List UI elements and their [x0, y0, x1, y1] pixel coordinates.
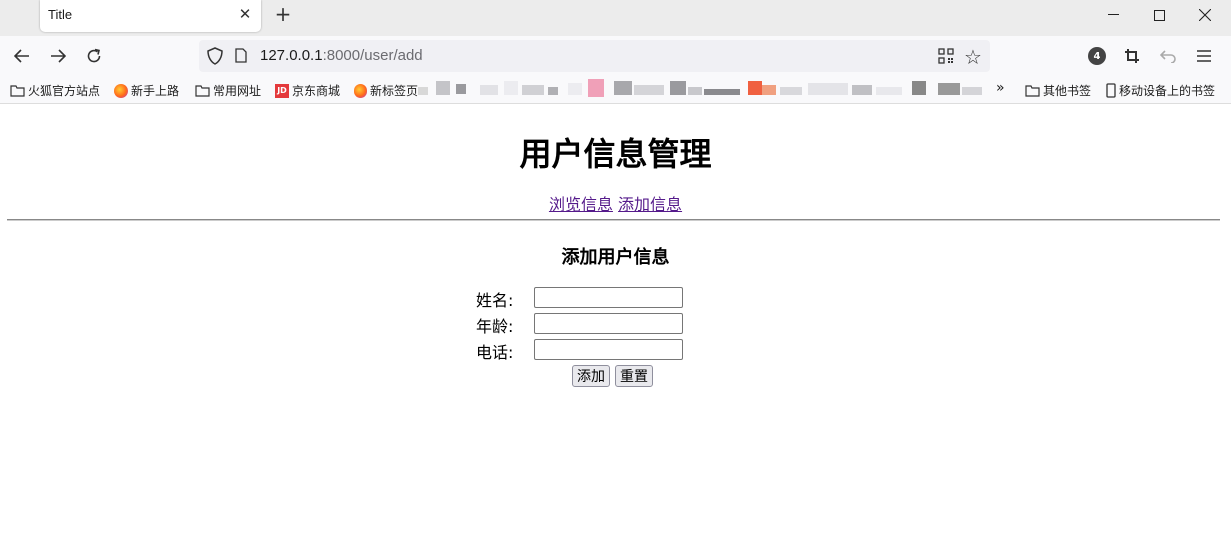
qr-code-icon[interactable]	[938, 48, 954, 64]
page-info-icon[interactable]	[235, 48, 247, 63]
maximize-icon[interactable]	[1136, 0, 1182, 30]
folder-icon	[10, 85, 25, 97]
firefox-icon	[354, 83, 367, 98]
bookmarks-bar: 火狐官方站点 新手上路 常用网址 JD 京东商城 新标签页 » 其他书签 移动设…	[0, 76, 1231, 104]
mobile-bookmarks[interactable]: 移动设备上的书签	[1106, 82, 1215, 99]
bookmark-item[interactable]: 常用网址	[195, 82, 261, 99]
age-input[interactable]	[534, 313, 683, 334]
folder-icon	[195, 85, 210, 97]
name-input[interactable]	[534, 287, 683, 308]
bookmark-item[interactable]: 火狐官方站点	[10, 82, 100, 99]
close-window-icon[interactable]	[1182, 0, 1228, 30]
phone-input[interactable]	[534, 339, 683, 360]
bookmark-label: 火狐官方站点	[28, 84, 101, 98]
page-title: 用户信息管理	[519, 135, 712, 173]
title-bar: Title ✕ +	[0, 0, 1231, 36]
bookmark-star-icon[interactable]: ☆	[964, 45, 982, 69]
bookmark-label: 移动设备上的书签	[1119, 84, 1216, 98]
divider	[7, 219, 1220, 221]
phone-label: 电话:	[476, 343, 514, 362]
bookmark-label: 新标签页	[369, 84, 418, 98]
bookmark-label: 其他书签	[1043, 84, 1092, 98]
browser-tab[interactable]: Title ✕	[40, 0, 261, 32]
url-text[interactable]: 127.0.0.1:8000/user/add	[260, 47, 423, 64]
tracking-shield-icon[interactable]	[207, 47, 223, 65]
form-title: 添加用户信息	[561, 247, 670, 268]
bookmark-label: 新手上路	[131, 84, 180, 98]
url-host: 127.0.0.1	[260, 47, 323, 64]
jd-icon: JD	[275, 83, 289, 98]
age-label: 年龄:	[476, 317, 514, 336]
firefox-icon	[114, 83, 128, 98]
bookmark-label: 常用网址	[213, 84, 262, 98]
back-icon[interactable]	[8, 42, 36, 70]
bookmarks-overflow-icon[interactable]: »	[996, 80, 1005, 96]
page-nav: 浏览信息 添加信息	[0, 191, 1231, 215]
url-path: :8000/user/add	[322, 47, 423, 64]
undo-icon[interactable]	[1154, 42, 1182, 70]
navigation-toolbar: 127.0.0.1:8000/user/add ☆ 4	[0, 36, 1231, 76]
name-label: 姓名:	[476, 291, 514, 310]
bookmark-item[interactable]: 新标签页	[354, 82, 418, 99]
close-tab-icon[interactable]: ✕	[235, 4, 255, 24]
add-info-link[interactable]: 添加信息	[618, 195, 682, 214]
folder-icon	[1025, 85, 1040, 97]
forward-icon[interactable]	[44, 42, 72, 70]
other-bookmarks[interactable]: 其他书签	[1025, 82, 1091, 99]
menu-icon[interactable]	[1190, 42, 1218, 70]
tab-title: Title	[48, 7, 73, 22]
overflow-label: »	[996, 80, 1005, 96]
page-content: 用户信息管理 浏览信息 添加信息 添加用户信息 姓名: 年龄: 电话: 添加 重…	[0, 105, 1231, 542]
add-button[interactable]: 添加	[572, 365, 610, 387]
new-tab-icon[interactable]: +	[272, 2, 294, 26]
screenshot-crop-icon[interactable]	[1118, 42, 1146, 70]
bookmark-item[interactable]: JD 京东商城	[275, 82, 340, 99]
browse-info-link[interactable]: 浏览信息	[549, 195, 613, 214]
bookmark-label: 京东商城	[292, 84, 341, 98]
url-bar[interactable]: 127.0.0.1:8000/user/add ☆	[199, 40, 990, 72]
obscured-bookmarks	[418, 79, 988, 97]
reload-icon[interactable]	[80, 42, 108, 70]
extension-badge-icon[interactable]: 4	[1088, 47, 1106, 65]
minimize-icon[interactable]	[1090, 0, 1136, 30]
reset-button[interactable]: 重置	[615, 365, 653, 387]
mobile-device-icon	[1106, 83, 1116, 98]
bookmark-item[interactable]: 新手上路	[114, 82, 179, 99]
